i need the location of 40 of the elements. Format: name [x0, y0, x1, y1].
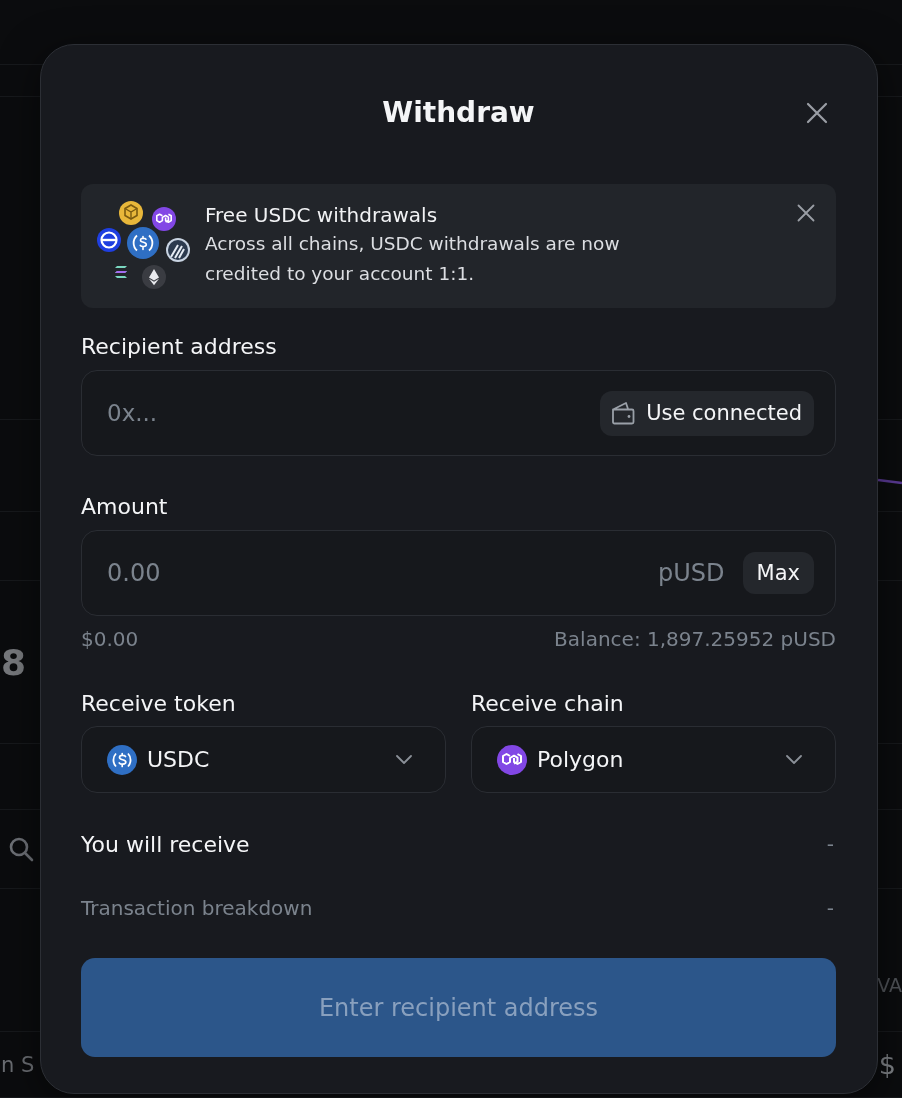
dollar-coin-icon [107, 744, 137, 775]
usd-value: $0.00 [81, 627, 139, 651]
chevron-down-icon [396, 755, 412, 764]
column-header: VA [877, 974, 902, 996]
max-button[interactable]: Max [742, 552, 814, 594]
field-label: Receive chain [471, 690, 625, 718]
wallet-icon [610, 400, 637, 426]
summary-label: Transaction breakdown [81, 896, 313, 920]
stat-number: 8 [1, 641, 27, 683]
bars-icon [115, 266, 127, 278]
address-field[interactable]: 0x... Use connected [81, 370, 836, 456]
chain-select[interactable]: Polygon [471, 726, 836, 793]
minus-coin-icon [97, 228, 121, 252]
link-coin-icon [497, 744, 527, 775]
balance-text: Balance: 1,897.25952 pUSD [554, 627, 836, 651]
chevron-down-icon [786, 755, 802, 764]
search-icon [8, 836, 34, 862]
summary-label: You will receive [81, 831, 250, 857]
chart-line [878, 478, 902, 485]
amount-field[interactable]: 0.00 pUSD Max [81, 530, 836, 616]
stripes-coin-icon [166, 238, 190, 262]
summary-value: - [826, 896, 834, 920]
diamond-coin-icon [142, 265, 166, 289]
banner-title: Free USDC withdrawals [205, 202, 439, 229]
token-select[interactable]: USDC [81, 726, 446, 793]
banner-text: Across all chains, USDC withdrawals are now credited to your account 1:1. [205, 232, 621, 286]
cube-coin-icon [119, 201, 143, 225]
link-coin-icon [152, 207, 176, 231]
close-icon [796, 203, 816, 223]
field-label: Amount [81, 493, 169, 521]
dollar-coin-icon [127, 227, 159, 259]
currency-unit: pUSD [658, 559, 725, 587]
field-label: Receive token [81, 690, 237, 718]
field-label: Recipient address [81, 333, 278, 361]
dialog-title: Withdraw [382, 95, 535, 131]
use-connected-button[interactable]: Use connected [600, 390, 814, 436]
price-text: $ [878, 1049, 896, 1080]
summary-value: - [826, 832, 834, 856]
row-text: n S [1, 1052, 35, 1077]
close-icon [805, 101, 829, 125]
